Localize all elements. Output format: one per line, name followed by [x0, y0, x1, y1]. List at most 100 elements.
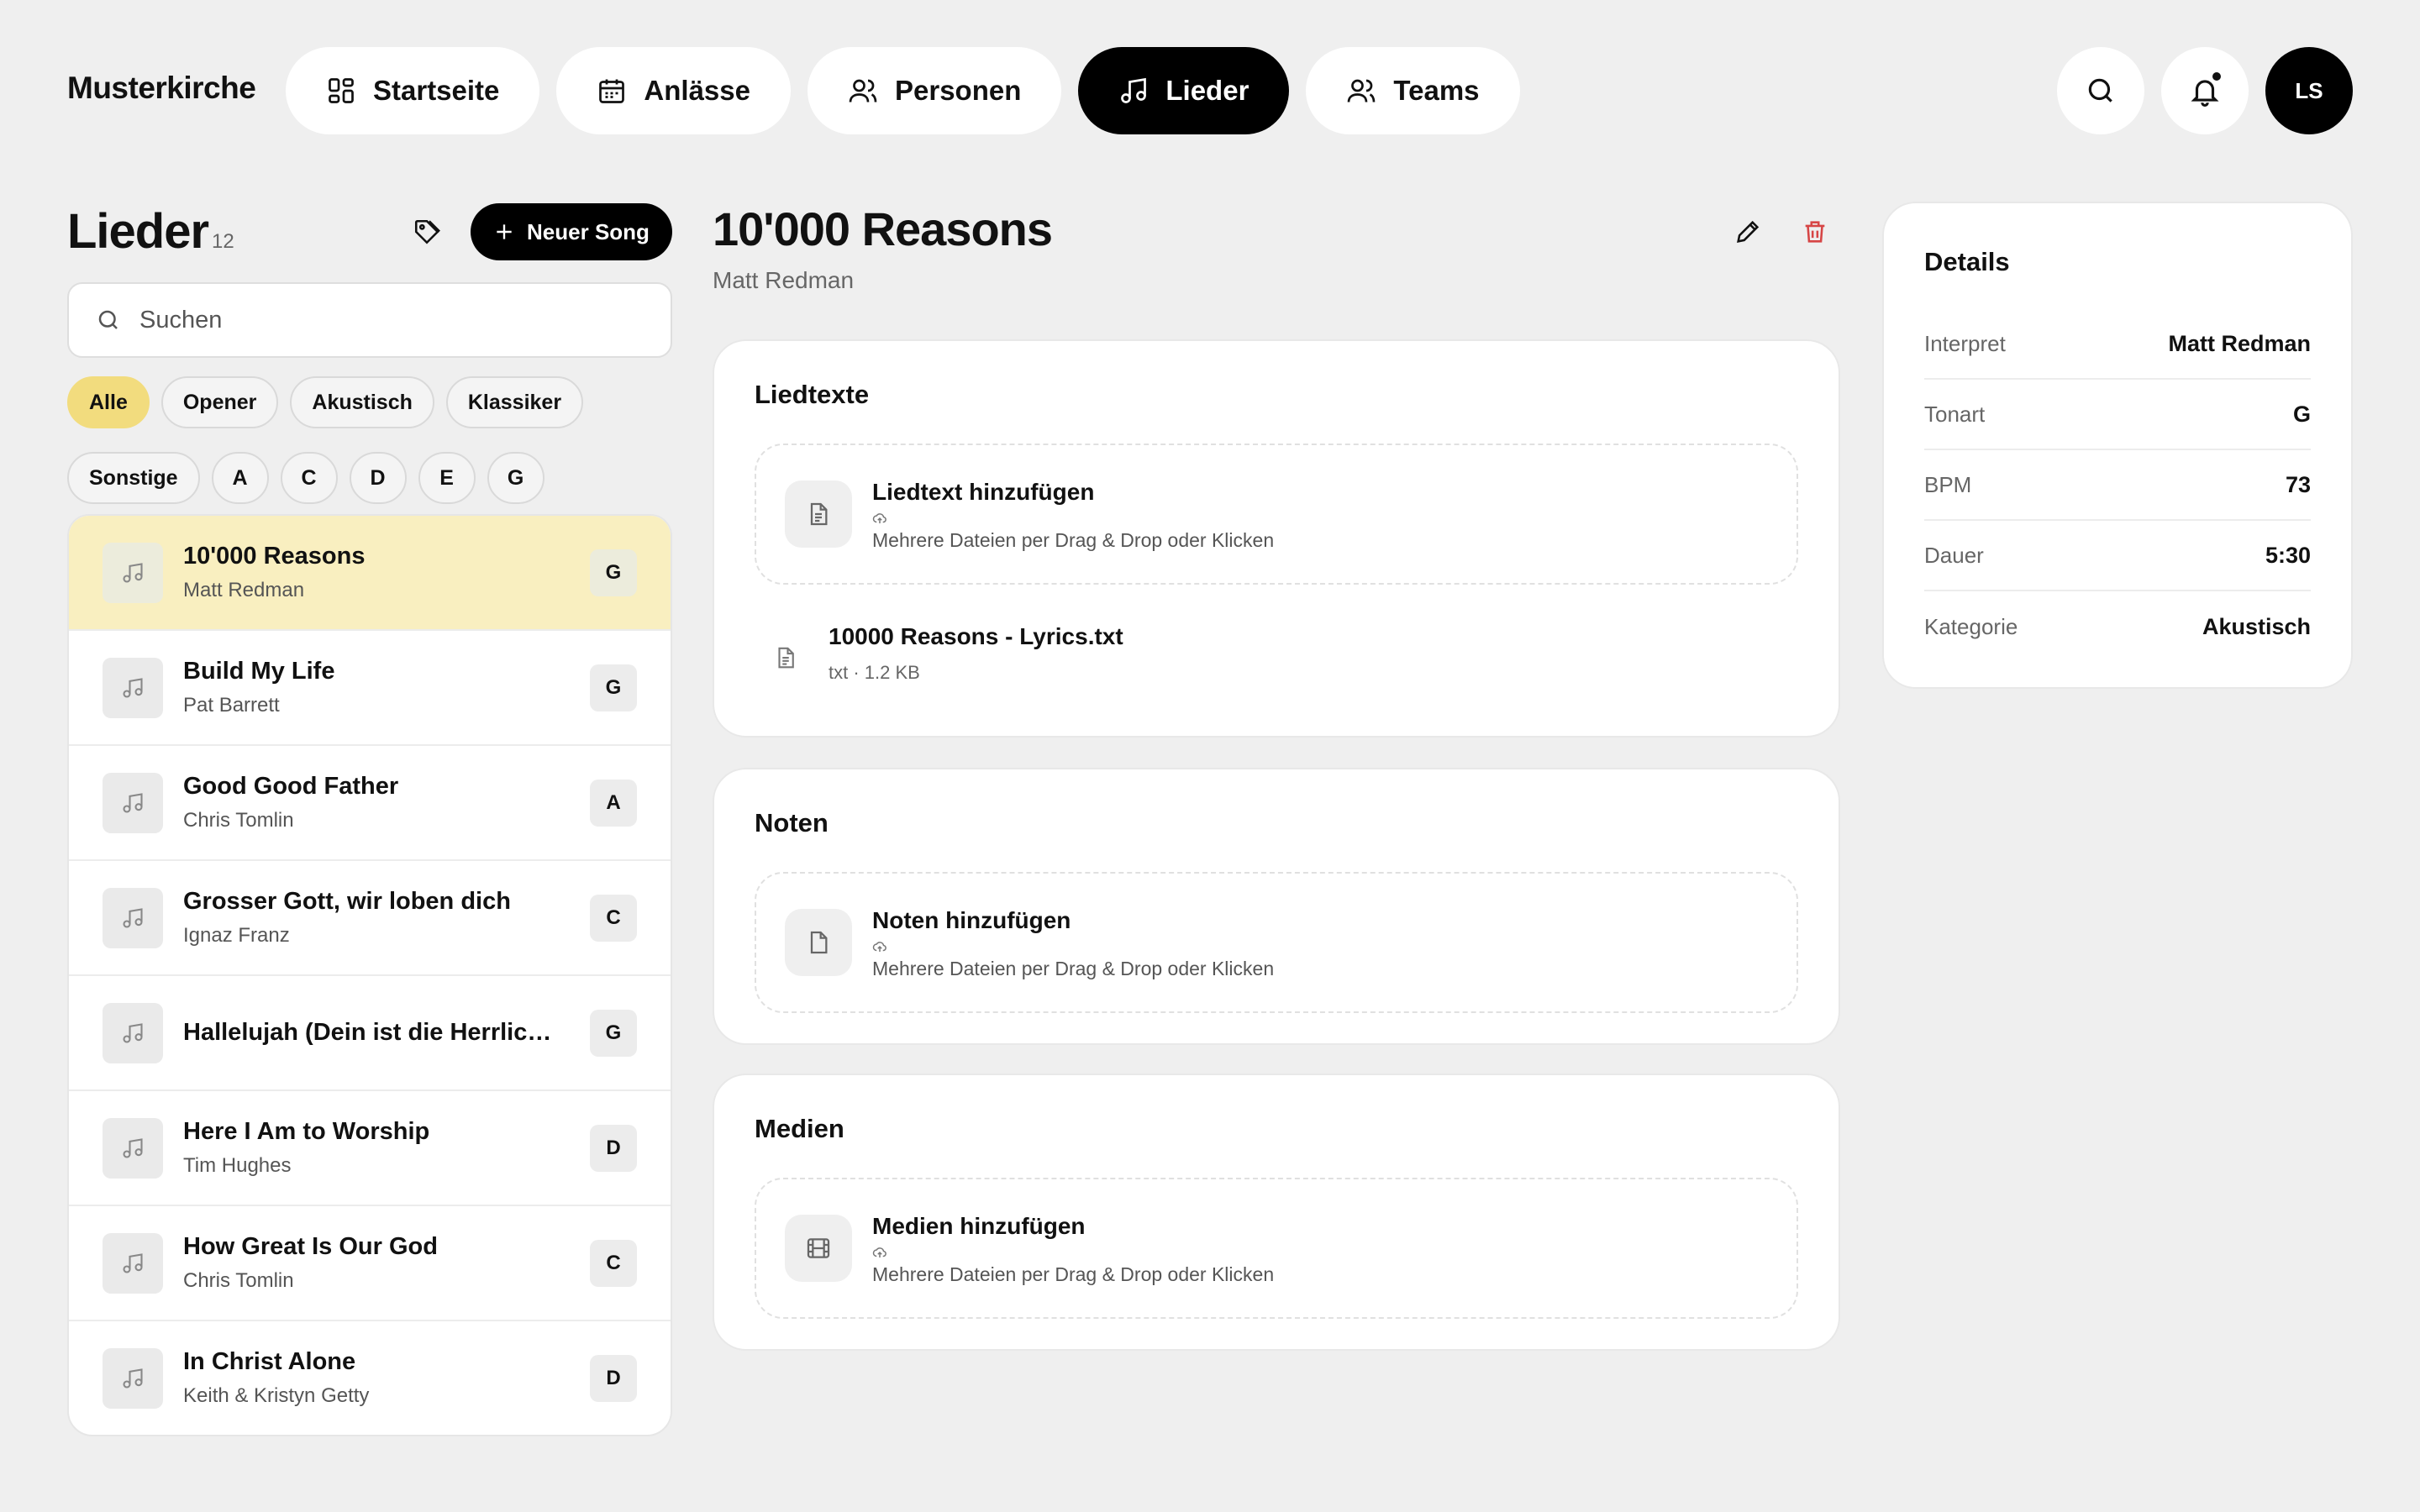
song-title: Build My Life	[183, 658, 335, 685]
edit-song-button[interactable]	[1729, 213, 1766, 250]
filter-chip-opener[interactable]: Opener	[160, 376, 279, 428]
song-thumbnail	[103, 1232, 163, 1294]
lyrics-file[interactable]: 10000 Reasons - Lyrics.txt txt · 1.2 KB	[755, 620, 1511, 696]
people-icon	[848, 76, 878, 106]
song-list-item[interactable]: 10'000 Reasons Matt Redman G	[69, 516, 671, 631]
filter-chip-sonstige[interactable]: Sonstige	[67, 452, 200, 504]
media-dropzone[interactable]: Medien hinzufügen Mehrere Dateien per Dr…	[755, 1178, 1798, 1319]
notifications-button[interactable]	[2161, 47, 2249, 134]
lyrics-card: Liedtexte Liedtext hinzufügen Mehrere Da…	[713, 339, 1840, 738]
song-thumbnail	[103, 887, 163, 948]
dropzone-hint: Mehrere Dateien per Drag & Drop oder Kli…	[872, 529, 1275, 551]
song-title: Hallelujah (Dein ist die Herrlichke...	[183, 1019, 561, 1046]
notification-badge	[2210, 70, 2223, 83]
music-note-icon	[121, 561, 145, 585]
music-note-icon	[1118, 76, 1149, 106]
file-name: 10000 Reasons - Lyrics.txt	[829, 623, 1123, 649]
music-note-icon	[121, 791, 145, 815]
filter-chip-klassiker[interactable]: Klassiker	[445, 376, 584, 428]
search-input[interactable]	[139, 306, 610, 334]
song-artist: Matt Redman	[183, 579, 305, 601]
search-button[interactable]	[2057, 47, 2144, 134]
detail-row-kategorie: Kategorie Akustisch	[1924, 591, 2311, 662]
song-list-item[interactable]: Here I Am to Worship Tim Hughes D	[69, 1091, 671, 1206]
song-thumbnail	[103, 1117, 163, 1179]
nav-item-lieder[interactable]: Lieder	[1078, 47, 1290, 134]
song-thumbnail	[103, 1347, 163, 1409]
tags-button[interactable]	[408, 213, 445, 250]
brand-name[interactable]: Musterkirche	[67, 71, 256, 106]
detail-label: Kategorie	[1924, 613, 2018, 639]
song-list-item[interactable]: Hallelujah (Dein ist die Herrlichke... G	[69, 976, 671, 1091]
nav-label: Anlässe	[644, 75, 750, 106]
media-title: Medien	[755, 1114, 844, 1143]
song-thumbnail	[103, 1002, 163, 1063]
file-meta: txt · 1.2 KB	[829, 662, 920, 683]
cloud-upload-icon	[872, 939, 887, 954]
nav-item-teams[interactable]: Teams	[1306, 47, 1520, 134]
filter-chip-key-e[interactable]: E	[418, 452, 476, 504]
filter-chip-akustisch[interactable]: Akustisch	[290, 376, 434, 428]
song-title: 10'000 Reasons	[183, 543, 366, 570]
search-icon	[96, 307, 121, 333]
document-text-icon	[773, 645, 798, 670]
film-icon	[805, 1235, 832, 1262]
song-key-badge: A	[590, 779, 637, 827]
song-list-item[interactable]: Grosser Gott, wir loben dich Ignaz Franz …	[69, 861, 671, 976]
filter-chip-alle[interactable]: Alle	[67, 376, 150, 428]
document-icon	[805, 929, 832, 956]
music-note-icon	[121, 676, 145, 700]
song-key-badge: D	[590, 1354, 637, 1402]
lyrics-dropzone[interactable]: Liedtext hinzufügen Mehrere Dateien per …	[755, 444, 1798, 585]
songs-title: Lieder	[67, 204, 209, 259]
details-card: Details Interpret Matt Redman Tonart G B…	[1882, 202, 2353, 689]
cloud-upload-icon	[872, 1245, 887, 1260]
songs-panel: Lieder 12 Neuer Song Alle Opener Akustis…	[67, 198, 672, 1436]
song-list-item[interactable]: In Christ Alone Keith & Kristyn Getty D	[69, 1321, 671, 1435]
detail-value: Akustisch	[2202, 613, 2311, 639]
song-list-item[interactable]: How Great Is Our God Chris Tomlin C	[69, 1206, 671, 1321]
nav-item-personen[interactable]: Personen	[807, 47, 1062, 134]
detail-label: Dauer	[1924, 542, 1984, 568]
new-song-label: Neuer Song	[527, 218, 650, 244]
filter-chip-key-d[interactable]: D	[349, 452, 407, 504]
nav-item-startseite[interactable]: Startseite	[286, 47, 540, 134]
song-artist: Keith & Kristyn Getty	[183, 1384, 370, 1407]
calendar-icon	[597, 76, 627, 106]
trash-icon	[1801, 218, 1829, 246]
nav-label: Lieder	[1165, 75, 1249, 106]
nav-item-anlaesse[interactable]: Anlässe	[556, 47, 791, 134]
sheets-card: Noten Noten hinzufügen Mehrere Dateien p…	[713, 768, 1840, 1045]
song-artist: Pat Barrett	[183, 694, 280, 717]
delete-song-button[interactable]	[1797, 213, 1833, 250]
dropzone-title: Medien hinzufügen	[872, 1213, 1086, 1239]
plus-icon	[493, 221, 515, 243]
nav-label: Teams	[1393, 75, 1480, 106]
detail-row-interpret: Interpret Matt Redman	[1924, 309, 2311, 380]
songs-header: Lieder 12 Neuer Song	[67, 198, 672, 265]
search-icon	[2085, 75, 2117, 107]
song-list: 10'000 Reasons Matt Redman G Build My Lif…	[67, 514, 672, 1436]
media-card: Medien Medien hinzufügen Mehrere Dateien…	[713, 1074, 1840, 1351]
song-artist: Chris Tomlin	[183, 1269, 294, 1292]
dropzone-title: Liedtext hinzufügen	[872, 479, 1095, 505]
song-thumbnail	[103, 542, 163, 603]
filter-chip-key-a[interactable]: A	[211, 452, 269, 504]
song-key-badge: G	[590, 1009, 637, 1057]
song-key-badge: C	[590, 1239, 637, 1287]
nav-label: Startseite	[373, 75, 500, 106]
filter-chip-key-c[interactable]: C	[280, 452, 338, 504]
song-title: Grosser Gott, wir loben dich	[183, 888, 511, 915]
detail-row-dauer: Dauer 5:30	[1924, 521, 2311, 591]
sheets-dropzone[interactable]: Noten hinzufügen Mehrere Dateien per Dra…	[755, 872, 1798, 1013]
top-bar: Musterkirche Startseite Anlässe Personen…	[0, 0, 2420, 181]
filter-chip-key-g[interactable]: G	[487, 452, 544, 504]
song-list-item[interactable]: Build My Life Pat Barrett G	[69, 631, 671, 746]
detail-label: BPM	[1924, 471, 1972, 497]
song-artist: Chris Tomlin	[183, 809, 294, 832]
user-avatar[interactable]: LS	[2265, 47, 2353, 134]
song-list-item[interactable]: Good Good Father Chris Tomlin A	[69, 746, 671, 861]
song-artist: Ignaz Franz	[183, 924, 290, 947]
new-song-button[interactable]: Neuer Song	[471, 203, 672, 260]
song-title: Here I Am to Worship	[183, 1118, 430, 1145]
